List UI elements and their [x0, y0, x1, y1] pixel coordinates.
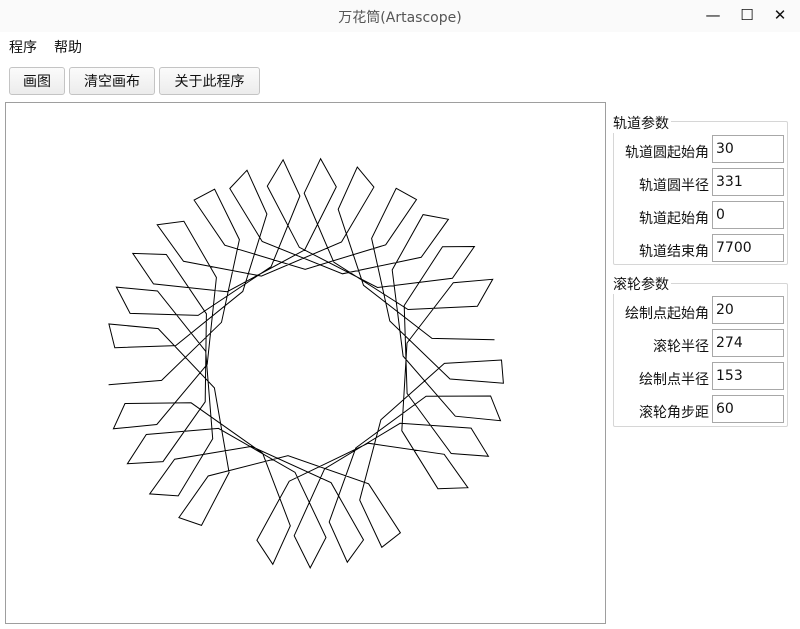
pen-radius-label: 绘制点半径: [639, 372, 709, 388]
spirograph-curve: [108, 157, 504, 570]
orbit-radius-label: 轨道圆半径: [639, 178, 709, 194]
about-button[interactable]: 关于此程序: [159, 67, 260, 95]
pen-radius-input[interactable]: [712, 362, 784, 390]
track-start-angle-input[interactable]: [712, 201, 784, 229]
wheel-radius-input[interactable]: [712, 329, 784, 357]
title-bar: 万花筒(Artascope) — ☐ ✕: [0, 0, 800, 32]
spirograph-drawing: [108, 157, 504, 570]
menu-program[interactable]: 程序: [9, 37, 37, 57]
track-start-angle-label: 轨道起始角: [639, 211, 709, 227]
close-icon[interactable]: ✕: [767, 4, 793, 26]
drawing-canvas[interactable]: [5, 102, 606, 624]
track-end-angle-input[interactable]: [712, 234, 784, 262]
menu-help[interactable]: 帮助: [54, 37, 82, 57]
orbit-params-title: 轨道参数: [613, 113, 671, 133]
wheel-step-angle-input[interactable]: [712, 395, 784, 423]
wheel-params-title: 滚轮参数: [613, 274, 671, 294]
orbit-radius-input[interactable]: [712, 168, 784, 196]
pen-start-angle-input[interactable]: [712, 296, 784, 324]
menu-bar: 程序 帮助: [0, 33, 800, 59]
orbit-start-angle-label: 轨道圆起始角: [625, 145, 709, 161]
draw-button[interactable]: 画图: [9, 67, 65, 95]
wheel-radius-label: 滚轮半径: [653, 339, 709, 355]
clear-canvas-button[interactable]: 清空画布: [69, 67, 155, 95]
orbit-start-angle-input[interactable]: [712, 135, 784, 163]
wheel-step-angle-label: 滚轮角步距: [639, 405, 709, 421]
track-end-angle-label: 轨道结束角: [639, 244, 709, 260]
maximize-icon[interactable]: ☐: [734, 4, 760, 26]
window-title: 万花筒(Artascope): [338, 10, 462, 26]
pen-start-angle-label: 绘制点起始角: [625, 306, 709, 322]
minimize-icon[interactable]: —: [700, 4, 726, 26]
